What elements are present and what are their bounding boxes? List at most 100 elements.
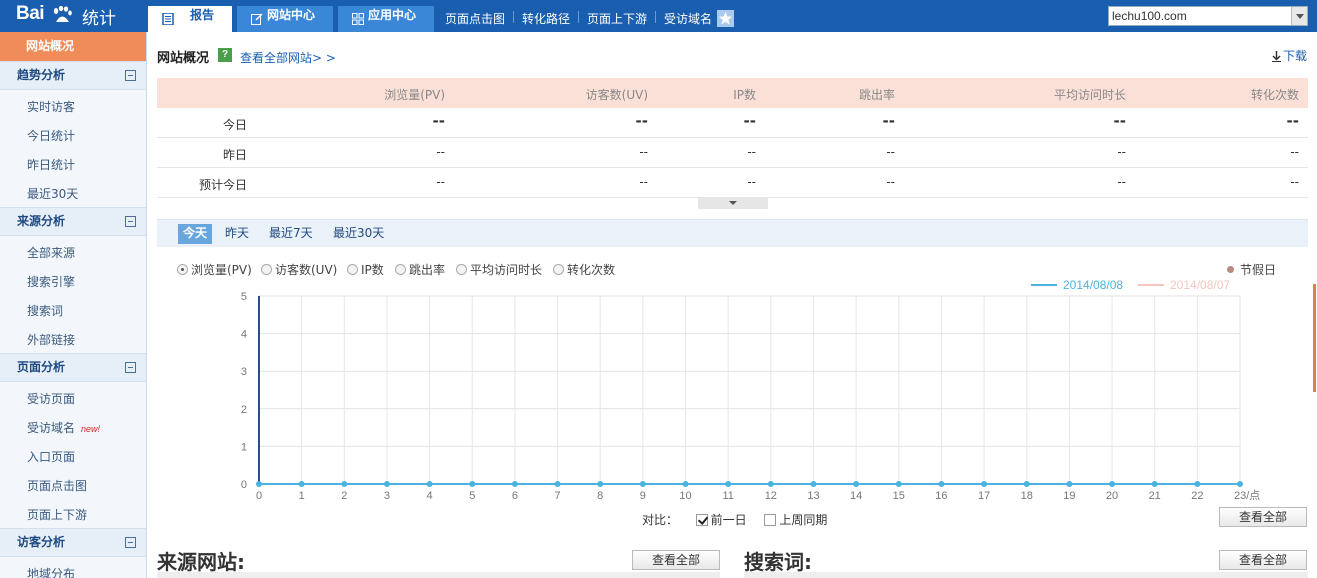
- data-point: [810, 481, 817, 487]
- nav-visited-domains[interactable]: 受访域名: [664, 10, 712, 27]
- top-bar: Bai 统计 报告 网站中心 应用中心 页面点击图 转化路径 页面上下游 受访域…: [0, 0, 1317, 32]
- sidebar-item-all-sources[interactable]: 全部来源: [27, 244, 75, 261]
- x-tick-label: 15: [893, 490, 905, 502]
- sidebar-group-label: 来源分析: [17, 214, 66, 228]
- y-tick-label: 1: [241, 441, 247, 453]
- tab-app-center[interactable]: 应用中心: [338, 6, 434, 32]
- sidebar-item-last30[interactable]: 最近30天: [27, 185, 78, 202]
- compare-last-week[interactable]: 上周同期: [764, 513, 827, 527]
- feedback-tab[interactable]: [1313, 284, 1316, 392]
- range-last7[interactable]: 最近7天: [264, 224, 318, 244]
- compare-prev-day[interactable]: 前一日: [695, 513, 747, 527]
- x-tick-label: 8: [597, 490, 603, 502]
- data-point: [1023, 481, 1030, 487]
- x-tick-label: 18: [1021, 490, 1033, 502]
- chart-grid: [258, 295, 1241, 485]
- x-tick-label: 23/点: [1234, 489, 1260, 502]
- nav-separator: [578, 11, 579, 23]
- sidebar-item-page-flow[interactable]: 页面上下游: [27, 506, 87, 523]
- table-cell: --: [886, 145, 895, 159]
- grid-icon: [352, 13, 364, 25]
- sidebar-item-yesterday[interactable]: 昨日统计: [27, 156, 75, 173]
- checkbox-checked-icon[interactable]: [695, 514, 708, 526]
- sidebar-item-visited-domains[interactable]: 受访域名 new!: [27, 419, 100, 436]
- sidebar-item-search-engine[interactable]: 搜索引擎: [27, 273, 75, 290]
- sidebar-group-source[interactable]: 来源分析: [0, 207, 146, 236]
- download-icon: [1272, 51, 1281, 62]
- metric-radio-pv[interactable]: 浏览量(PV): [177, 261, 252, 278]
- chart-view-all-button[interactable]: 查看全部: [1219, 507, 1307, 527]
- x-tick-label: 2: [341, 490, 347, 502]
- x-tick-label: 21: [1149, 490, 1161, 502]
- table-cell: --: [1113, 112, 1126, 130]
- table-cell: --: [743, 112, 756, 130]
- metric-radio-avg-duration[interactable]: 平均访问时长: [456, 261, 542, 278]
- data-point: [256, 481, 262, 487]
- row-label: 预计今日: [198, 178, 247, 192]
- sidebar-group-visitor[interactable]: 访客分析: [0, 528, 146, 557]
- table-cell: --: [882, 112, 895, 130]
- data-point: [426, 481, 433, 487]
- download-link[interactable]: 下载: [1272, 47, 1307, 64]
- sidebar-item-today[interactable]: 今日统计: [27, 127, 75, 144]
- x-tick-label: 5: [469, 490, 475, 502]
- range-last30[interactable]: 最近30天: [328, 224, 389, 244]
- metric-radio-ip[interactable]: IP数: [347, 261, 384, 278]
- sidebar-item-overview[interactable]: 网站概况: [0, 32, 146, 61]
- metric-label: 转化次数: [567, 263, 616, 277]
- help-icon[interactable]: ?: [218, 48, 232, 62]
- site-select[interactable]: lechu100.com: [1108, 6, 1308, 26]
- table-cell: --: [639, 175, 648, 189]
- metric-radio-uv[interactable]: 访客数(UV): [261, 261, 337, 278]
- holiday-legend: 节假日: [1227, 261, 1276, 278]
- x-tick-label: 14: [850, 490, 862, 502]
- baidu-tongji-logo[interactable]: Bai 统计: [0, 0, 147, 32]
- data-point: [1237, 481, 1243, 487]
- x-tick-label: 13: [807, 490, 819, 502]
- search-words-view-all-button[interactable]: 查看全部: [1219, 550, 1307, 570]
- y-tick-label: 0: [241, 479, 247, 491]
- range-tabs: 今天 昨天 最近7天 最近30天: [157, 219, 1308, 247]
- metric-radio-conversion[interactable]: 转化次数: [553, 261, 615, 278]
- star-icon[interactable]: [717, 10, 734, 27]
- range-today[interactable]: 今天: [178, 224, 213, 244]
- sidebar-item-visited-pages[interactable]: 受访页面: [27, 390, 75, 407]
- data-point: [554, 481, 561, 487]
- sidebar-item-external-links[interactable]: 外部链接: [27, 331, 75, 348]
- data-point: [639, 481, 646, 487]
- sidebar-group-page[interactable]: 页面分析: [0, 353, 146, 382]
- tab-report[interactable]: 报告: [148, 6, 232, 32]
- tab-site-center[interactable]: 网站中心: [237, 6, 333, 32]
- sidebar-item-search-words[interactable]: 搜索词: [27, 302, 63, 319]
- x-tick-label: 16: [935, 490, 947, 502]
- data-point: [1151, 481, 1158, 487]
- data-point: [981, 481, 988, 487]
- sidebar-item-entry-pages[interactable]: 入口页面: [27, 448, 75, 465]
- expand-toggle[interactable]: [698, 198, 768, 209]
- collapse-icon[interactable]: [125, 216, 136, 227]
- sidebar-group-trend[interactable]: 趋势分析: [0, 61, 146, 90]
- sidebar-item-geo[interactable]: 地域分布: [27, 565, 75, 578]
- radio-icon: [261, 264, 272, 275]
- metric-radio-bounce[interactable]: 跳出率: [395, 261, 445, 278]
- sidebar-item-page-click-map[interactable]: 页面点击图: [27, 477, 87, 494]
- column-header: IP数: [733, 88, 756, 102]
- tab-report-label: 报告: [190, 8, 215, 22]
- x-tick-label: 17: [978, 490, 990, 502]
- x-tick-label: 10: [679, 490, 691, 502]
- nav-conversion-path[interactable]: 转化路径: [522, 10, 570, 27]
- data-point: [682, 481, 689, 487]
- source-sites-view-all-button[interactable]: 查看全部: [632, 550, 720, 570]
- holiday-label: 节假日: [1240, 263, 1277, 277]
- nav-page-click-map[interactable]: 页面点击图: [445, 10, 505, 27]
- sidebar-item-realtime[interactable]: 实时访客: [27, 98, 75, 115]
- collapse-icon[interactable]: [125, 537, 136, 548]
- data-point: [383, 481, 390, 487]
- checkbox-icon[interactable]: [764, 514, 777, 526]
- x-tick-label: 19: [1063, 490, 1075, 502]
- range-yesterday[interactable]: 昨天: [220, 224, 254, 244]
- collapse-icon[interactable]: [125, 362, 136, 373]
- view-all-sites-link[interactable]: 查看全部网站> >: [240, 49, 336, 66]
- collapse-icon[interactable]: [125, 70, 136, 81]
- nav-page-flow[interactable]: 页面上下游: [587, 10, 647, 27]
